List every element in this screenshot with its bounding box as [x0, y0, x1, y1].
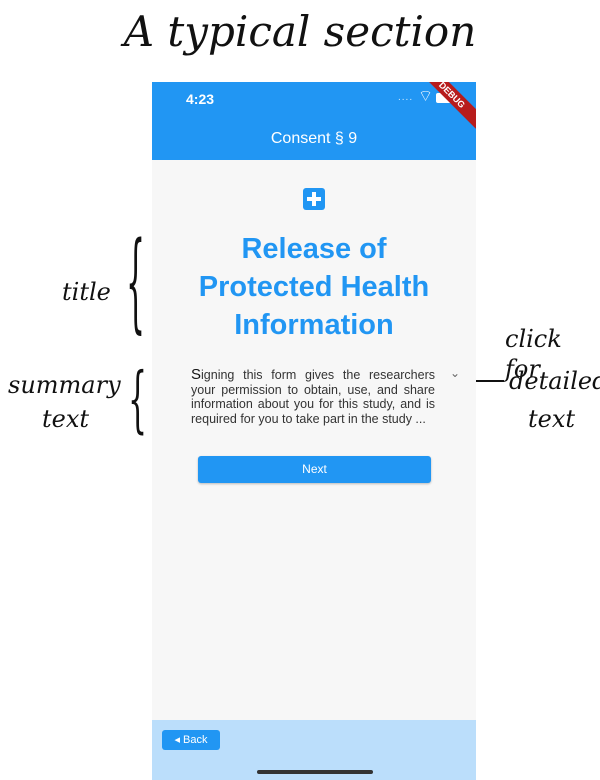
- status-time: 4:23: [186, 91, 215, 107]
- plus-icon: [303, 188, 325, 210]
- click-annotation-line2: detailed: [509, 367, 600, 395]
- summary-annotation-line1: summary: [8, 371, 121, 399]
- back-button[interactable]: ◂ Back: [162, 730, 220, 750]
- figure-heading: A typical section: [123, 7, 477, 56]
- app-bar: 4:23 .... ⌔ DEBUG Consent § 9: [152, 82, 476, 160]
- title-brace: {: [126, 221, 146, 348]
- chevron-down-icon[interactable]: ⌄: [450, 366, 460, 380]
- summary-first-letter: S: [191, 366, 202, 383]
- section-title-line2: Protected Health: [198, 271, 430, 303]
- summary-body: igning this form gives the researchers y…: [191, 368, 435, 426]
- home-indicator: [257, 770, 373, 774]
- signal-icon: ....: [398, 92, 414, 103]
- wifi-icon: ⌔: [418, 88, 434, 105]
- click-annotation-line3: text: [528, 405, 576, 433]
- bottom-bar: ◂ Back: [152, 720, 476, 780]
- app-bar-title: Consent § 9: [270, 130, 358, 147]
- section-title-line1: Release of: [241, 233, 387, 265]
- section-title-line3: Information: [234, 309, 394, 341]
- summary-annotation-line2: text: [42, 405, 90, 433]
- section-title: Release of Protected Health Information: [152, 230, 476, 344]
- summary-text[interactable]: Signing this form gives the researchers …: [191, 366, 435, 426]
- phone-screen: 4:23 .... ⌔ DEBUG Consent § 9 Release of…: [152, 82, 476, 780]
- next-button[interactable]: Next: [198, 456, 431, 483]
- summary-brace: {: [128, 358, 148, 443]
- title-annotation: title: [62, 278, 111, 306]
